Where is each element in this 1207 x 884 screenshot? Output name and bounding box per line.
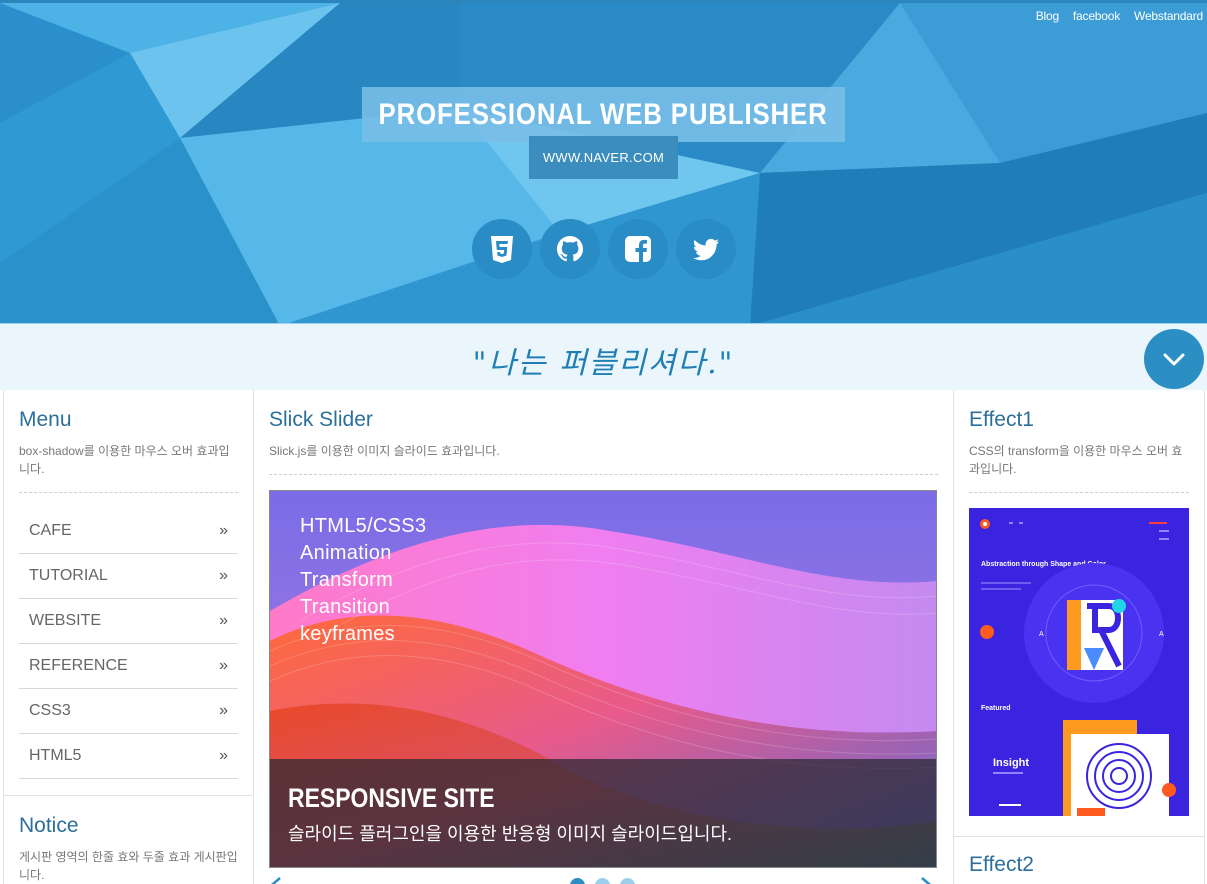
effect1-thumbnail[interactable]: Abstraction through Shape and Color A A …: [969, 508, 1189, 816]
chevron-down-icon: [1163, 353, 1185, 366]
effect1-section: Effect1 CSS의 transform을 이용한 마우스 오버 효과입니다…: [954, 390, 1204, 837]
scroll-down-button[interactable]: [1144, 329, 1204, 389]
slogan-text: "나는 퍼블리셔다.": [472, 346, 735, 381]
right-column: Effect1 CSS의 transform을 이용한 마우스 오버 효과입니다…: [954, 390, 1205, 884]
double-chevron-right-icon: »: [219, 747, 228, 764]
menu-item-css3[interactable]: CSS3 »: [19, 689, 238, 734]
slide-caption: RESPONSIVE SITE 슬라이드 플러그인을 이용한 반응형 이미지 슬…: [270, 759, 936, 867]
twitter-icon: [692, 238, 719, 261]
github-button[interactable]: [540, 219, 600, 279]
html5-icon: [491, 236, 513, 263]
site-url-box[interactable]: WWW.NAVER.COM: [529, 136, 678, 179]
slide-line: keyframes: [300, 623, 395, 645]
notice-title: Notice: [19, 814, 79, 837]
chevron-right-icon: [921, 877, 931, 884]
slider-dot[interactable]: [595, 878, 610, 884]
caption-title: RESPONSIVE SITE: [288, 783, 495, 813]
slider-dots: [570, 878, 635, 884]
slogan-bar: "나는 퍼블리셔다.": [0, 323, 1207, 390]
slider-dot[interactable]: [620, 878, 635, 884]
facebook-button[interactable]: [608, 219, 668, 279]
svg-text:A: A: [1159, 631, 1164, 638]
image-slider[interactable]: HTML5/CSS3 Animation Transform Transitio…: [269, 490, 937, 868]
slide-line: Transition: [300, 596, 391, 618]
thumb-insight: Insight: [993, 757, 1029, 769]
double-chevron-right-icon: »: [219, 567, 228, 584]
chevron-left-icon: [271, 877, 281, 884]
slider-next-button[interactable]: [918, 874, 932, 884]
slide-line: Transform: [300, 569, 394, 591]
menu-item-label: TUTORIAL: [29, 567, 108, 584]
facebook-icon: [625, 236, 651, 262]
menu-item-label: CSS3: [29, 702, 71, 719]
webstandard-link[interactable]: Webstandard: [1134, 9, 1203, 23]
effect2-title: Effect2: [969, 853, 1034, 876]
caption-text: 슬라이드 플러그인을 이용한 반응형 이미지 슬라이드입니다.: [288, 824, 733, 844]
blog-link[interactable]: Blog: [1036, 9, 1059, 23]
effect1-desc: CSS의 transform을 이용한 마우스 오버 효과입니다.: [969, 442, 1189, 493]
html5-button[interactable]: [472, 219, 532, 279]
site-title: PROFESSIONAL WEB PUBLISHER: [378, 97, 829, 131]
slick-title: Slick Slider: [269, 408, 373, 431]
top-links: Blog facebook Webstandard: [1036, 9, 1203, 23]
slider-dot[interactable]: [570, 878, 585, 884]
middle-column: Slick Slider Slick.js를 이용한 이미지 슬라이드 효과입니…: [254, 390, 954, 884]
slide-text-lines: HTML5/CSS3 Animation Transform Transitio…: [300, 513, 426, 648]
effect1-title: Effect1: [969, 408, 1034, 431]
twitter-button[interactable]: [676, 219, 736, 279]
svg-text:A: A: [1039, 631, 1044, 638]
github-icon: [557, 236, 583, 262]
menu-title: Menu: [19, 408, 72, 431]
slide-line: Animation: [300, 542, 392, 564]
menu-item-website[interactable]: WEBSITE »: [19, 599, 238, 644]
site-header: Blog facebook Webstandard PROFESSIONAL W…: [0, 0, 1207, 323]
menu-item-html5[interactable]: HTML5 »: [19, 734, 238, 779]
site-url: WWW.NAVER.COM: [542, 150, 665, 165]
slick-desc: Slick.js를 이용한 이미지 슬라이드 효과입니다.: [269, 442, 938, 475]
effect1-image: Abstraction through Shape and Color A A …: [969, 508, 1189, 816]
effect2-section: Effect2: [954, 837, 1204, 884]
double-chevron-right-icon: »: [219, 657, 228, 674]
slider-prev-button[interactable]: [270, 874, 284, 884]
social-links: [472, 219, 736, 279]
menu-item-label: CAFE: [29, 522, 72, 539]
double-chevron-right-icon: »: [219, 612, 228, 629]
menu-item-reference[interactable]: REFERENCE »: [19, 644, 238, 689]
double-chevron-right-icon: »: [219, 522, 228, 539]
site-title-box: PROFESSIONAL WEB PUBLISHER: [362, 87, 845, 142]
facebook-link[interactable]: facebook: [1073, 9, 1120, 23]
slide-line: HTML5/CSS3: [300, 515, 427, 537]
menu-item-label: HTML5: [29, 747, 82, 764]
menu-item-label: WEBSITE: [29, 612, 102, 629]
menu-section: Menu box-shadow를 이용한 마우스 오버 효과입니다. CAFE »…: [4, 390, 253, 796]
menu-item-label: REFERENCE: [29, 657, 128, 674]
left-column: Menu box-shadow를 이용한 마우스 오버 효과입니다. CAFE »…: [3, 390, 254, 884]
menu-item-tutorial[interactable]: TUTORIAL »: [19, 554, 238, 599]
double-chevron-right-icon: »: [219, 702, 228, 719]
notice-desc: 게시판 영역의 한줄 효와 두줄 효과 게시판입니다.: [19, 850, 238, 882]
menu-item-cafe[interactable]: CAFE »: [19, 509, 238, 554]
slick-section: Slick Slider Slick.js를 이용한 이미지 슬라이드 효과입니…: [254, 390, 953, 884]
menu-desc: box-shadow를 이용한 마우스 오버 효과입니다.: [19, 442, 238, 493]
menu-list: CAFE » TUTORIAL » WEBSITE » REFERENCE » CSS3…: [19, 509, 238, 779]
notice-section: Notice 게시판 영역의 한줄 효와 두줄 효과 게시판입니다.: [4, 796, 253, 884]
thumb-featured: Featured: [981, 705, 1011, 712]
